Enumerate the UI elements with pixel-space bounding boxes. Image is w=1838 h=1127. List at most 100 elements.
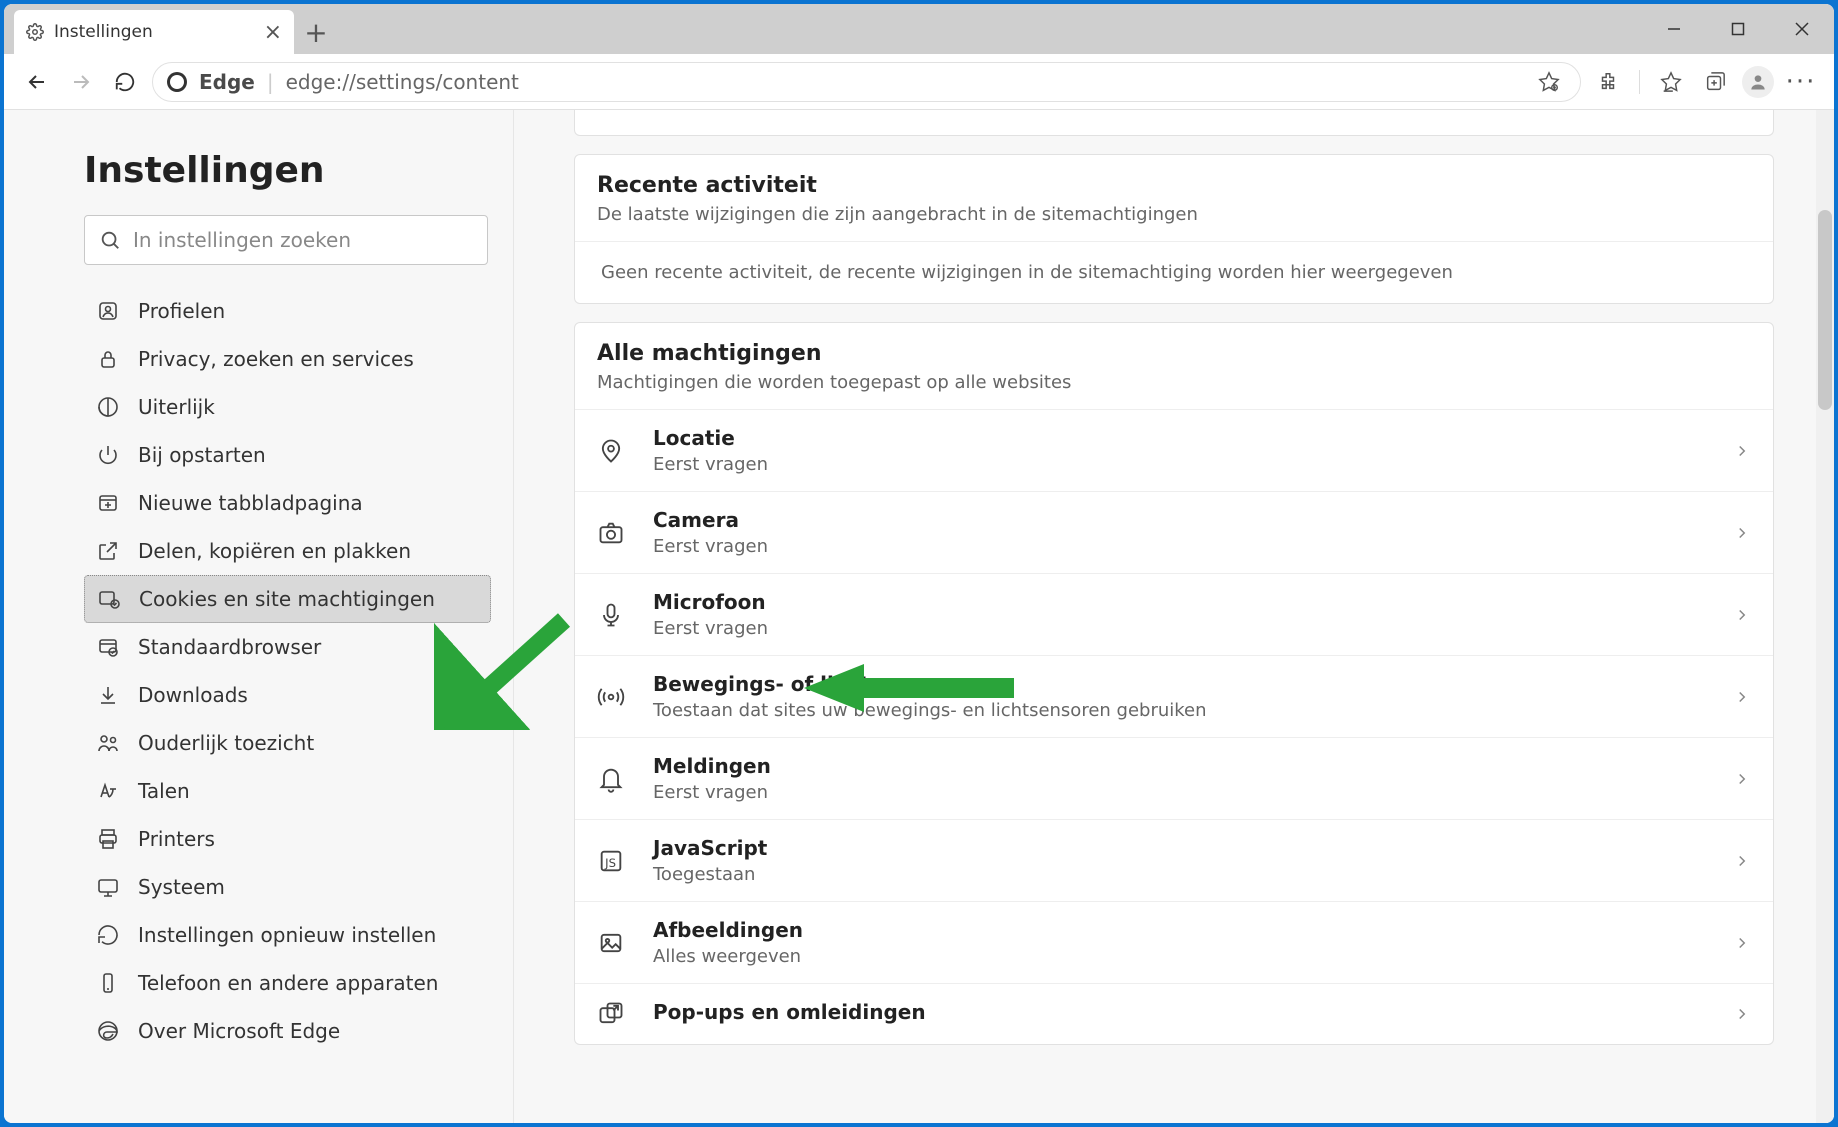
settings-main: Recente activiteit De laatste wijziginge… [514,110,1834,1123]
phone-icon [96,971,120,995]
settings-sidebar: Instellingen ProfielenPrivacy, zoeken en… [4,110,514,1123]
sidebar-item-label: Profielen [138,299,225,323]
sidebar-item-profile[interactable]: Profielen [84,287,491,335]
address-bar[interactable]: Edge | edge://settings/content [152,62,1581,102]
sidebar-item-reset[interactable]: Instellingen opnieuw instellen [84,911,491,959]
sidebar-item-download[interactable]: Downloads [84,671,491,719]
notifications-icon [597,765,625,793]
sensors-icon [597,683,625,711]
sidebar-item-label: Uiterlijk [138,395,215,419]
address-separator: | [267,70,274,94]
sidebar-item-appearance[interactable]: Uiterlijk [84,383,491,431]
system-icon [96,875,120,899]
browser-window: Instellingen × + Edge [4,4,1834,1123]
chevron-right-icon [1733,606,1751,624]
permission-title: Camera [653,508,1733,532]
tab-instellingen[interactable]: Instellingen × [14,10,294,54]
sidebar-item-label: Privacy, zoeken en services [138,347,414,371]
appearance-icon [96,395,120,419]
collections-icon[interactable] [1698,65,1732,99]
permission-subtitle: Alles weergeven [653,946,1733,967]
all-permissions-title: Alle machtigingen [597,341,1751,366]
all-permissions-card: Alle machtigingen Machtigingen die worde… [574,322,1774,1045]
sidebar-item-newtab[interactable]: Nieuwe tabbladpagina [84,479,491,527]
printer-icon [96,827,120,851]
chevron-right-icon [1733,442,1751,460]
permission-title: Pop-ups en omleidingen [653,1000,1733,1024]
forward-button[interactable] [64,65,98,99]
chevron-right-icon [1733,1005,1751,1023]
permission-row-images[interactable]: Afbeeldingen Alles weergeven [575,901,1773,983]
recent-activity-title: Recente activiteit [597,173,1751,198]
scrollbar-track[interactable] [1816,110,1834,1123]
permission-title: Meldingen [653,754,1733,778]
edge-icon [167,72,187,92]
address-brand: Edge [199,70,255,94]
sidebar-item-label: Telefoon en andere apparaten [138,971,438,995]
toolbar: Edge | edge://settings/content ··· [4,54,1834,110]
permission-row-notifications[interactable]: Meldingen Eerst vragen [575,737,1773,819]
sidebar-item-label: Bij opstarten [138,443,266,467]
sidebar-item-lock[interactable]: Privacy, zoeken en services [84,335,491,383]
sidebar-item-label: Delen, kopiëren en plakken [138,539,411,563]
permission-subtitle: Toegestaan [653,864,1733,885]
download-icon [96,683,120,707]
back-button[interactable] [20,65,54,99]
sidebar-item-label: Instellingen opnieuw instellen [138,923,436,947]
settings-search[interactable] [84,215,488,265]
default-browser-icon [96,635,120,659]
language-icon [96,779,120,803]
sidebar-item-label: Printers [138,827,215,851]
titlebar: Instellingen × + [4,4,1834,54]
sidebar-item-label: Over Microsoft Edge [138,1019,340,1043]
popups-icon [597,1000,625,1028]
camera-icon [597,519,625,547]
sidebar-item-power[interactable]: Bij opstarten [84,431,491,479]
profile-avatar[interactable] [1742,66,1774,98]
extensions-icon[interactable] [1591,65,1625,99]
prev-card-cutoff [574,110,1774,136]
recent-activity-card: Recente activiteit De laatste wijziginge… [574,154,1774,304]
gear-icon [26,23,44,41]
permission-subtitle: Toestaan dat sites uw bewegings- en lich… [653,700,1733,721]
scrollbar-thumb[interactable] [1818,210,1832,410]
permission-row-camera[interactable]: CameraEerst vragen [575,491,1773,573]
close-window-button[interactable] [1770,4,1834,54]
sidebar-item-phone[interactable]: Telefoon en andere apparaten [84,959,491,1007]
location-icon [597,437,625,465]
permission-row-microphone[interactable]: MicrofoonEerst vragen [575,573,1773,655]
favorite-star-icon[interactable] [1532,65,1566,99]
refresh-button[interactable] [108,65,142,99]
sidebar-item-family[interactable]: Ouderlijk toezicht [84,719,491,767]
toolbar-separator [1639,70,1640,94]
sidebar-item-default-browser[interactable]: Standaardbrowser [84,623,491,671]
sidebar-nav: Profielen Privacy, zoeken en services Uite… [84,287,491,1055]
permission-row-javascript[interactable]: JSJavaScriptToegestaan [575,819,1773,901]
minimize-button[interactable] [1642,4,1706,54]
close-tab-icon[interactable]: × [264,20,282,45]
favorites-icon[interactable] [1654,65,1688,99]
sidebar-item-system[interactable]: Systeem [84,863,491,911]
search-icon [99,229,121,251]
permission-subtitle: Eerst vragen [653,782,1733,803]
sidebar-item-share[interactable]: Delen, kopiëren en plakken [84,527,491,575]
sidebar-item-language[interactable]: Talen [84,767,491,815]
recent-activity-subtitle: De laatste wijzigingen die zijn aangebra… [597,204,1751,225]
more-menu-icon[interactable]: ··· [1784,65,1818,99]
family-icon [96,731,120,755]
content-area: Instellingen ProfielenPrivacy, zoeken en… [4,110,1834,1123]
power-icon [96,443,120,467]
permission-row-popups[interactable]: Pop-ups en omleidingen [575,983,1773,1044]
search-input[interactable] [133,228,473,252]
sidebar-item-cookies[interactable]: Cookies en site machtigingen [84,575,491,623]
sidebar-item-edge[interactable]: Over Microsoft Edge [84,1007,491,1055]
new-tab-button[interactable]: + [294,10,338,54]
sidebar-item-label: Talen [138,779,190,803]
permission-title: JavaScript [653,836,1733,860]
permission-row-sensors[interactable]: Bewegings- of lichtsensorenToestaan dat … [575,655,1773,737]
maximize-button[interactable] [1706,4,1770,54]
sidebar-item-printer[interactable]: Printers [84,815,491,863]
permission-row-location[interactable]: LocatieEerst vragen [575,410,1773,491]
profile-icon [96,299,120,323]
permission-title: Afbeeldingen [653,918,1733,942]
